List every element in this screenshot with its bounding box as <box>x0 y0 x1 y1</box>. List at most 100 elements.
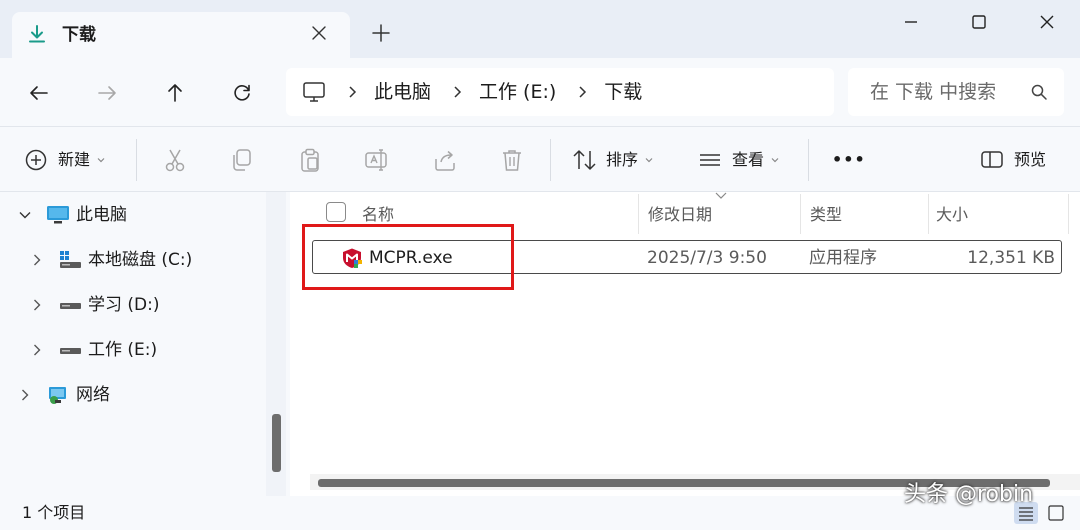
sort-icon <box>573 150 596 170</box>
sort-button[interactable]: 排序 <box>572 145 654 175</box>
share-icon[interactable] <box>432 147 458 173</box>
column-divider[interactable] <box>638 194 639 234</box>
breadcrumb-this-pc[interactable]: 此电脑 <box>374 80 431 104</box>
tree-item-this-pc[interactable]: 此电脑 <box>18 201 127 229</box>
navpane-scrollbar-thumb[interactable] <box>272 414 281 472</box>
chevron-down-icon <box>771 158 779 163</box>
select-all-checkbox[interactable] <box>326 202 346 222</box>
computer-icon <box>47 206 69 224</box>
tab-close-icon[interactable] <box>308 22 330 44</box>
view-label: 查看 <box>732 150 765 169</box>
rename-icon[interactable] <box>364 147 390 173</box>
divider <box>136 139 137 181</box>
forward-button[interactable] <box>92 78 122 108</box>
new-tab-icon[interactable] <box>370 22 392 44</box>
search-icon[interactable] <box>1030 83 1048 101</box>
mcafee-app-icon <box>343 248 362 268</box>
tree-item-drive-d[interactable]: 学习 (D:) <box>30 291 160 319</box>
download-icon <box>29 25 45 43</box>
preview-label: 预览 <box>1014 150 1047 169</box>
more-options-icon: ••• <box>832 150 866 169</box>
add-circle-icon <box>25 149 47 171</box>
file-list: 名称 修改日期 类型 大小 MCPR.exe 2025/7/3 9:50 应用程… <box>290 192 1080 496</box>
tree-label: 学习 (D:) <box>88 295 160 315</box>
file-row[interactable]: MCPR.exe 2025/7/3 9:50 应用程序 12,351 KB <box>312 240 1062 274</box>
sort-label: 排序 <box>606 150 639 169</box>
tree-item-network[interactable]: 网络 <box>18 381 110 409</box>
tiles-view-icon <box>1048 505 1064 521</box>
breadcrumb-drive-e[interactable]: 工作 (E:) <box>479 80 556 104</box>
tree-label: 本地磁盘 (C:) <box>88 250 193 270</box>
chevron-right-icon[interactable] <box>30 298 44 312</box>
file-name: MCPR.exe <box>369 248 453 268</box>
file-size: 12,351 KB <box>967 248 1055 268</box>
tiles-view-button[interactable] <box>1044 502 1068 524</box>
up-button[interactable] <box>160 78 190 108</box>
search-placeholder: 在 下载 中搜索 <box>870 81 997 103</box>
command-bar: 新建 排序 查看 ••• 预览 <box>0 126 1080 192</box>
new-label: 新建 <box>58 150 91 169</box>
network-icon <box>49 387 66 404</box>
tree-label: 网络 <box>76 385 110 405</box>
chevron-right-icon <box>349 86 357 98</box>
arrow-left-icon <box>30 86 48 100</box>
cut-icon[interactable] <box>162 147 188 173</box>
preview-pane-icon <box>981 151 1003 168</box>
preview-pane-button[interactable]: 预览 <box>980 145 1046 175</box>
file-modified-date: 2025/7/3 9:50 <box>647 248 767 268</box>
item-count: 1 个项目 <box>22 503 86 522</box>
refresh-icon <box>234 84 250 101</box>
windows-drive-icon <box>60 251 81 268</box>
tree-label: 此电脑 <box>76 205 127 225</box>
chevron-down-icon <box>97 158 105 163</box>
close-window-button[interactable] <box>1024 9 1070 35</box>
title-bar: 下载 <box>0 0 1080 58</box>
tree-item-drive-c[interactable]: 本地磁盘 (C:) <box>30 246 192 274</box>
chevron-right-icon[interactable] <box>30 253 44 267</box>
refresh-button[interactable] <box>227 78 257 108</box>
tree-item-drive-e[interactable]: 工作 (E:) <box>30 336 157 364</box>
navigation-pane: 此电脑 本地磁盘 (C:) 学习 (D:) 工作 (E:) 网络 <box>0 192 290 496</box>
minimize-button[interactable] <box>888 9 934 35</box>
chevron-down-icon <box>645 158 653 163</box>
arrow-right-icon <box>98 86 116 100</box>
chevron-right-icon[interactable] <box>30 343 44 357</box>
chevron-right-icon <box>454 86 462 98</box>
maximize-button[interactable] <box>956 9 1002 35</box>
column-divider[interactable] <box>1068 194 1069 234</box>
paste-icon[interactable] <box>297 147 323 173</box>
column-header-type[interactable]: 类型 <box>810 202 842 228</box>
column-header-name[interactable]: 名称 <box>362 202 394 228</box>
arrow-up-icon <box>168 84 182 102</box>
tab-title: 下载 <box>62 25 96 45</box>
new-button[interactable]: 新建 <box>24 145 106 175</box>
back-button[interactable] <box>24 78 54 108</box>
watermark: 头条 @robin <box>904 482 1034 507</box>
minimize-icon <box>905 21 917 23</box>
divider <box>550 139 551 181</box>
tree-label: 工作 (E:) <box>88 340 158 360</box>
divider <box>808 139 809 181</box>
chevron-down-icon[interactable] <box>18 208 32 222</box>
drive-icon <box>60 348 81 354</box>
close-icon <box>1040 15 1054 29</box>
computer-icon <box>303 82 325 102</box>
address-bar[interactable]: 此电脑 工作 (E:) 下载 <box>286 68 834 116</box>
column-divider[interactable] <box>928 194 929 234</box>
delete-icon[interactable] <box>499 147 525 173</box>
drive-icon <box>60 303 81 309</box>
file-type: 应用程序 <box>809 248 877 268</box>
breadcrumb-downloads[interactable]: 下载 <box>604 80 642 104</box>
maximize-icon <box>972 15 986 29</box>
chevron-right-icon[interactable] <box>18 388 32 402</box>
column-header-modified[interactable]: 修改日期 <box>648 202 712 228</box>
column-divider[interactable] <box>800 194 801 234</box>
tab-downloads[interactable]: 下载 <box>12 12 350 58</box>
view-list-icon <box>700 154 720 166</box>
view-button[interactable]: 查看 <box>698 145 780 175</box>
chevron-right-icon <box>579 86 587 98</box>
search-box[interactable]: 在 下载 中搜索 <box>848 68 1064 116</box>
more-options-button[interactable]: ••• <box>832 145 866 175</box>
column-header-size[interactable]: 大小 <box>936 202 968 228</box>
copy-icon[interactable] <box>229 147 255 173</box>
